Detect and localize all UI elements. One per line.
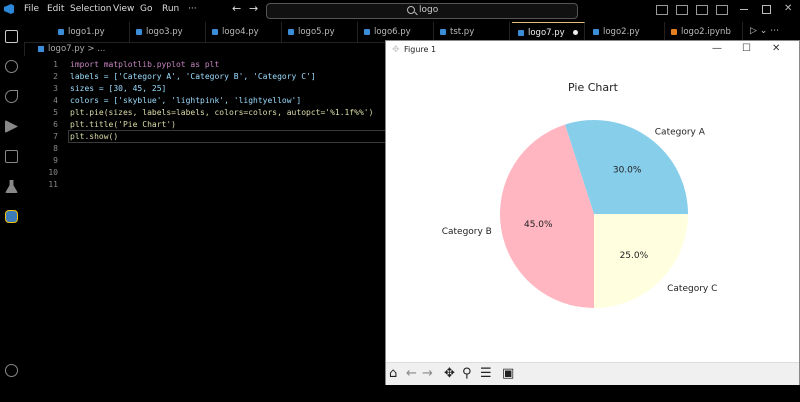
tab-logo6[interactable]: logo6.py bbox=[358, 22, 434, 42]
close-icon[interactable]: ✕ bbox=[784, 3, 792, 14]
pie-chart: Pie Chart 30.0% Category A 45.0% Category B… bbox=[442, 81, 717, 308]
line-number: 10 bbox=[48, 168, 58, 177]
tab-logo1[interactable]: logo1.py bbox=[52, 22, 130, 42]
python-file-icon bbox=[288, 28, 294, 35]
code-line: sizes = [30, 45, 25] bbox=[70, 84, 167, 93]
code-line: colors = ['skyblue', 'lightpink', 'light… bbox=[70, 96, 302, 105]
home-icon[interactable]: ⌂ bbox=[389, 366, 397, 381]
figure-maximize-icon[interactable]: ☐ bbox=[742, 43, 751, 54]
tab-logo3[interactable]: logo3.py bbox=[130, 22, 206, 42]
tab-logo7[interactable]: logo7.py bbox=[512, 22, 585, 42]
tab-logo4[interactable]: logo4.py bbox=[206, 22, 282, 42]
python-file-icon bbox=[364, 28, 370, 35]
code-line: labels = ['Category A', 'Category B', 'C… bbox=[70, 72, 316, 81]
account-icon[interactable] bbox=[5, 364, 18, 377]
line-number: 7 bbox=[53, 132, 58, 141]
sidebar-icon[interactable] bbox=[696, 5, 708, 15]
code-editor[interactable]: 1 2 3 4 5 6 7 8 9 10 11 import matplotli… bbox=[24, 56, 388, 402]
python-file-icon bbox=[58, 28, 64, 35]
pie-percent-label: 45.0% bbox=[524, 220, 553, 230]
restore-icon[interactable] bbox=[762, 5, 771, 14]
search-view-icon[interactable] bbox=[5, 60, 18, 73]
tab-tst[interactable]: tst.py bbox=[434, 22, 510, 42]
figure-window[interactable]: ✥ Figure 1 — ☐ ✕ Pie Chart 30.0% Category… bbox=[385, 40, 800, 385]
pie-category-label: Category A bbox=[655, 127, 706, 137]
back-arrow-icon[interactable]: ← bbox=[232, 2, 241, 15]
run-debug-icon[interactable] bbox=[5, 120, 18, 133]
line-number: 4 bbox=[53, 96, 58, 105]
menu-go[interactable]: Go bbox=[140, 4, 152, 14]
line-number: 3 bbox=[53, 84, 58, 93]
source-control-icon[interactable] bbox=[5, 90, 18, 103]
line-number: 5 bbox=[53, 108, 58, 117]
menu-file[interactable]: File bbox=[24, 4, 39, 14]
pie-percent-label: 25.0% bbox=[620, 251, 649, 261]
line-number: 8 bbox=[53, 144, 58, 153]
forward-icon[interactable]: → bbox=[422, 366, 433, 381]
run-file-icon[interactable]: ▷ ⌄ ⋯ bbox=[750, 26, 779, 36]
figure-minimize-icon[interactable]: — bbox=[712, 43, 722, 54]
search-input[interactable]: logo bbox=[266, 3, 578, 19]
title-bar: File Edit Selection View Go Run ··· ← → … bbox=[0, 0, 800, 22]
pie-category-label: Category B bbox=[442, 227, 492, 237]
vscode-logo-icon bbox=[4, 4, 14, 14]
activity-bar bbox=[0, 22, 25, 402]
search-icon bbox=[407, 6, 415, 14]
figure-close-icon[interactable]: ✕ bbox=[772, 43, 780, 54]
line-number: 6 bbox=[53, 120, 58, 129]
menu-more[interactable]: ··· bbox=[188, 4, 197, 14]
line-number: 1 bbox=[53, 60, 58, 69]
unsaved-dot-icon bbox=[572, 30, 578, 35]
configure-subplots-icon[interactable]: ☰ bbox=[480, 366, 492, 381]
tab-logo5[interactable]: logo5.py bbox=[282, 22, 358, 42]
pie-percent-label: 30.0% bbox=[613, 165, 642, 175]
chart-title: Pie Chart bbox=[568, 81, 619, 94]
menu-selection[interactable]: Selection bbox=[70, 4, 111, 14]
menu-view[interactable]: View bbox=[113, 4, 134, 14]
customize-layout-icon[interactable] bbox=[716, 5, 728, 15]
forward-arrow-icon[interactable]: → bbox=[249, 2, 258, 15]
pie-category-label: Category C bbox=[667, 284, 717, 294]
menu-edit[interactable]: Edit bbox=[47, 4, 64, 14]
pan-icon[interactable]: ✥ bbox=[444, 366, 455, 381]
python-file-icon bbox=[136, 28, 142, 35]
zoom-icon[interactable]: ⚲ bbox=[462, 366, 472, 381]
minimize-icon[interactable] bbox=[740, 9, 748, 10]
code-line: import matplotlib.pyplot as plt bbox=[70, 60, 220, 69]
code-line: plt.pie(sizes, labels=labels, colors=col… bbox=[70, 108, 374, 117]
testing-icon[interactable] bbox=[5, 180, 18, 193]
python-file-icon bbox=[38, 45, 44, 52]
python-file-icon bbox=[440, 28, 446, 35]
extensions-icon[interactable] bbox=[5, 150, 18, 163]
python-file-icon bbox=[212, 28, 218, 35]
breadcrumb[interactable]: logo7.py > ... bbox=[38, 44, 105, 54]
python-icon[interactable] bbox=[5, 210, 18, 223]
python-file-icon bbox=[518, 29, 524, 36]
code-line: plt.title('Pie Chart') bbox=[70, 120, 176, 129]
save-icon[interactable]: ▣ bbox=[502, 366, 514, 381]
tab-logo2-ipynb[interactable]: logo2.ipynb bbox=[665, 22, 743, 42]
line-number: 9 bbox=[53, 156, 58, 165]
back-icon[interactable]: ← bbox=[406, 366, 417, 381]
matplotlib-icon: ✥ bbox=[392, 45, 400, 55]
tab-logo2[interactable]: logo2.py bbox=[587, 22, 665, 42]
code-line: plt.show() bbox=[70, 132, 119, 141]
panel-icon[interactable] bbox=[676, 5, 688, 15]
figure-toolbar: ⌂ ← → ✥ ⚲ ☰ ▣ bbox=[386, 362, 799, 385]
line-number: 2 bbox=[53, 72, 58, 81]
python-file-icon bbox=[593, 28, 599, 35]
notebook-file-icon bbox=[671, 28, 677, 35]
menu-run[interactable]: Run bbox=[162, 4, 179, 14]
line-number: 11 bbox=[48, 180, 58, 189]
explorer-icon[interactable] bbox=[5, 30, 18, 43]
status-bar bbox=[0, 385, 800, 402]
layout-icon[interactable] bbox=[656, 5, 668, 15]
